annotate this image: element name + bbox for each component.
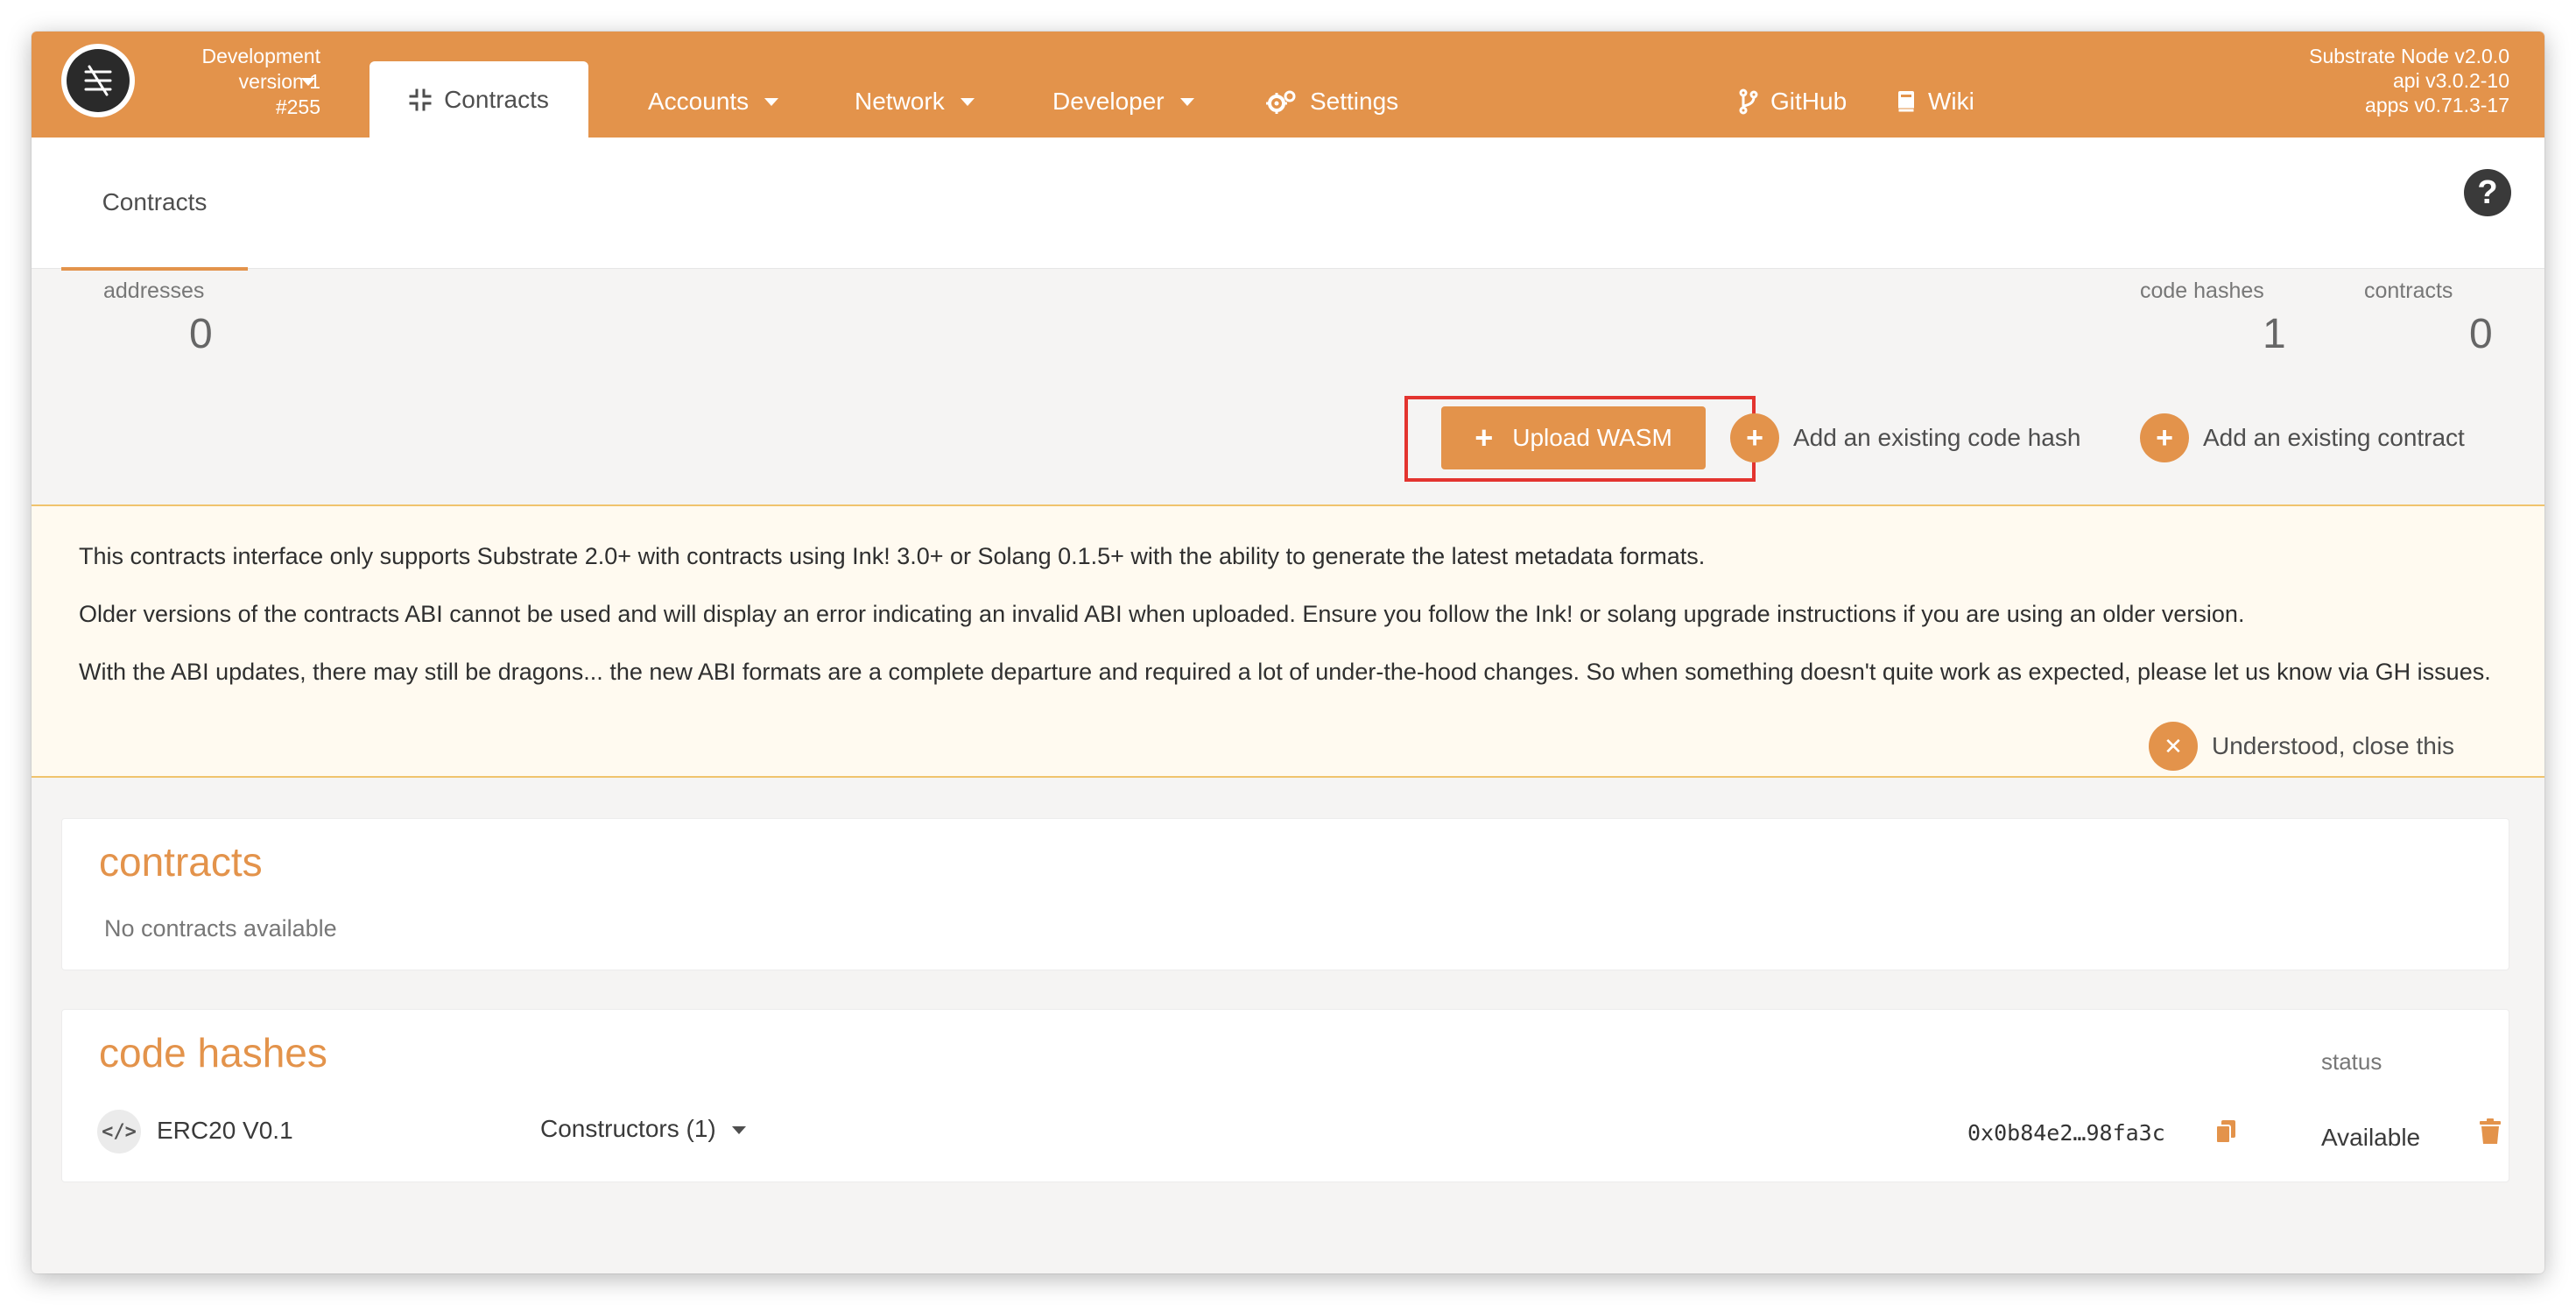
nav-github-label: GitHub — [1770, 88, 1848, 115]
chain-selector[interactable]: Development version 1 #255 — [145, 44, 320, 120]
help-symbol: ? — [2477, 173, 2498, 211]
upload-wasm-label: Upload WASM — [1512, 424, 1672, 451]
summary-contracts-label: contracts — [2364, 279, 2453, 303]
code-branch-icon — [1739, 88, 1758, 115]
version-info: Substrate Node v2.0.0 api v3.0.2-10 apps… — [2309, 44, 2509, 117]
trash-icon[interactable] — [2479, 1118, 2502, 1145]
top-navbar: Development version 1 #255 Contracts Acc… — [32, 32, 2544, 138]
plus-icon: + — [1475, 420, 1494, 455]
code-hashes-card: code hashes status </> ERC20 V0.1 Constr… — [61, 1009, 2509, 1182]
subtab-contracts[interactable]: Contracts — [61, 138, 248, 271]
add-contract-button[interactable]: + Add an existing contract — [2140, 412, 2465, 464]
nav-developer-label: Developer — [1052, 88, 1165, 115]
add-contract-label: Add an existing contract — [2203, 424, 2465, 451]
close-notice-button[interactable]: ✕ Understood, close this — [2149, 720, 2454, 772]
nav-settings-label: Settings — [1310, 88, 1399, 115]
close-icon: ✕ — [2149, 722, 2198, 771]
contracts-card: contracts No contracts available — [61, 818, 2509, 970]
tab-contracts-label: Contracts — [444, 85, 549, 113]
chain-version: version 1 — [238, 70, 320, 93]
chevron-down-icon — [731, 1126, 746, 1135]
code-name: ERC20 V0.1 — [157, 1117, 293, 1144]
app-window: Development version 1 #255 Contracts Acc… — [32, 32, 2544, 1273]
logo-icon — [84, 65, 112, 96]
nav-network-label: Network — [855, 88, 945, 115]
tab-contracts[interactable]: Contracts — [370, 61, 588, 138]
status-column-header: status — [2321, 1048, 2382, 1075]
copy-icon[interactable] — [2214, 1118, 2237, 1145]
nav-settings[interactable]: Settings — [1266, 84, 1398, 119]
code-hash-value: 0x0b84e2…98fa3c — [1967, 1120, 2165, 1146]
plus-icon: + — [2140, 413, 2189, 462]
gears-icon — [1266, 90, 1296, 114]
substrate-logo[interactable] — [61, 44, 135, 117]
summary-code-hashes-label: code hashes — [2140, 279, 2264, 303]
node-version: Substrate Node v2.0.0 — [2309, 45, 2509, 67]
notice-paragraph: Older versions of the contracts ABI cann… — [79, 601, 2245, 627]
chevron-down-icon — [764, 97, 779, 106]
constructors-dropdown[interactable]: Constructors (1) — [540, 1115, 746, 1143]
add-code-hash-label: Add an existing code hash — [1793, 424, 2081, 451]
nav-github[interactable]: GitHub — [1739, 84, 1847, 119]
code-hashes-card-title: code hashes — [99, 1030, 327, 1076]
plus-icon: + — [1730, 413, 1779, 462]
constructors-label: Constructors (1) — [540, 1115, 716, 1142]
chain-name: Development — [201, 45, 320, 67]
abi-notice-banner: This contracts interface only supports S… — [32, 504, 2544, 778]
chevron-down-icon[interactable] — [301, 78, 315, 86]
upload-wasm-button[interactable]: + Upload WASM — [1441, 406, 1706, 469]
apps-version: apps v0.71.3-17 — [2365, 94, 2509, 116]
summary-addresses-value: 0 — [189, 311, 213, 357]
subtab-contracts-label: Contracts — [102, 188, 208, 215]
chevron-down-icon — [960, 97, 975, 106]
nav-wiki[interactable]: Wiki — [1897, 84, 1974, 119]
code-icon: </> — [97, 1110, 141, 1153]
summary-code-hashes-value: 1 — [2263, 311, 2286, 357]
add-code-hash-button[interactable]: + Add an existing code hash — [1730, 412, 2080, 464]
contracts-empty-message: No contracts available — [104, 915, 337, 942]
nav-network[interactable]: Network — [855, 84, 975, 119]
help-icon[interactable]: ? — [2464, 169, 2511, 216]
nav-wiki-label: Wiki — [1928, 88, 1974, 115]
nav-developer[interactable]: Developer — [1052, 84, 1194, 119]
nav-accounts[interactable]: Accounts — [648, 84, 779, 119]
code-status: Available — [2321, 1124, 2421, 1151]
notice-paragraph: With the ABI updates, there may still be… — [79, 659, 2491, 685]
nav-accounts-label: Accounts — [648, 88, 750, 115]
close-notice-label: Understood, close this — [2212, 732, 2455, 759]
chain-block: #255 — [275, 95, 320, 118]
notice-paragraph: This contracts interface only supports S… — [79, 543, 1706, 569]
book-icon — [1897, 91, 1915, 113]
logo-mark — [67, 49, 130, 112]
subheader: Contracts ? — [32, 138, 2544, 271]
code-icon-text: </> — [102, 1120, 137, 1143]
contracts-card-title: contracts — [99, 839, 263, 885]
api-version: api v3.0.2-10 — [2393, 69, 2509, 92]
compress-icon — [409, 88, 432, 110]
summary-addresses-label: addresses — [103, 279, 205, 303]
summary-contracts-value: 0 — [2469, 311, 2493, 357]
chevron-down-icon — [1179, 97, 1194, 106]
table-row: </> ERC20 V0.1 Constructors (1) 0x0b84e2… — [62, 1089, 2509, 1174]
